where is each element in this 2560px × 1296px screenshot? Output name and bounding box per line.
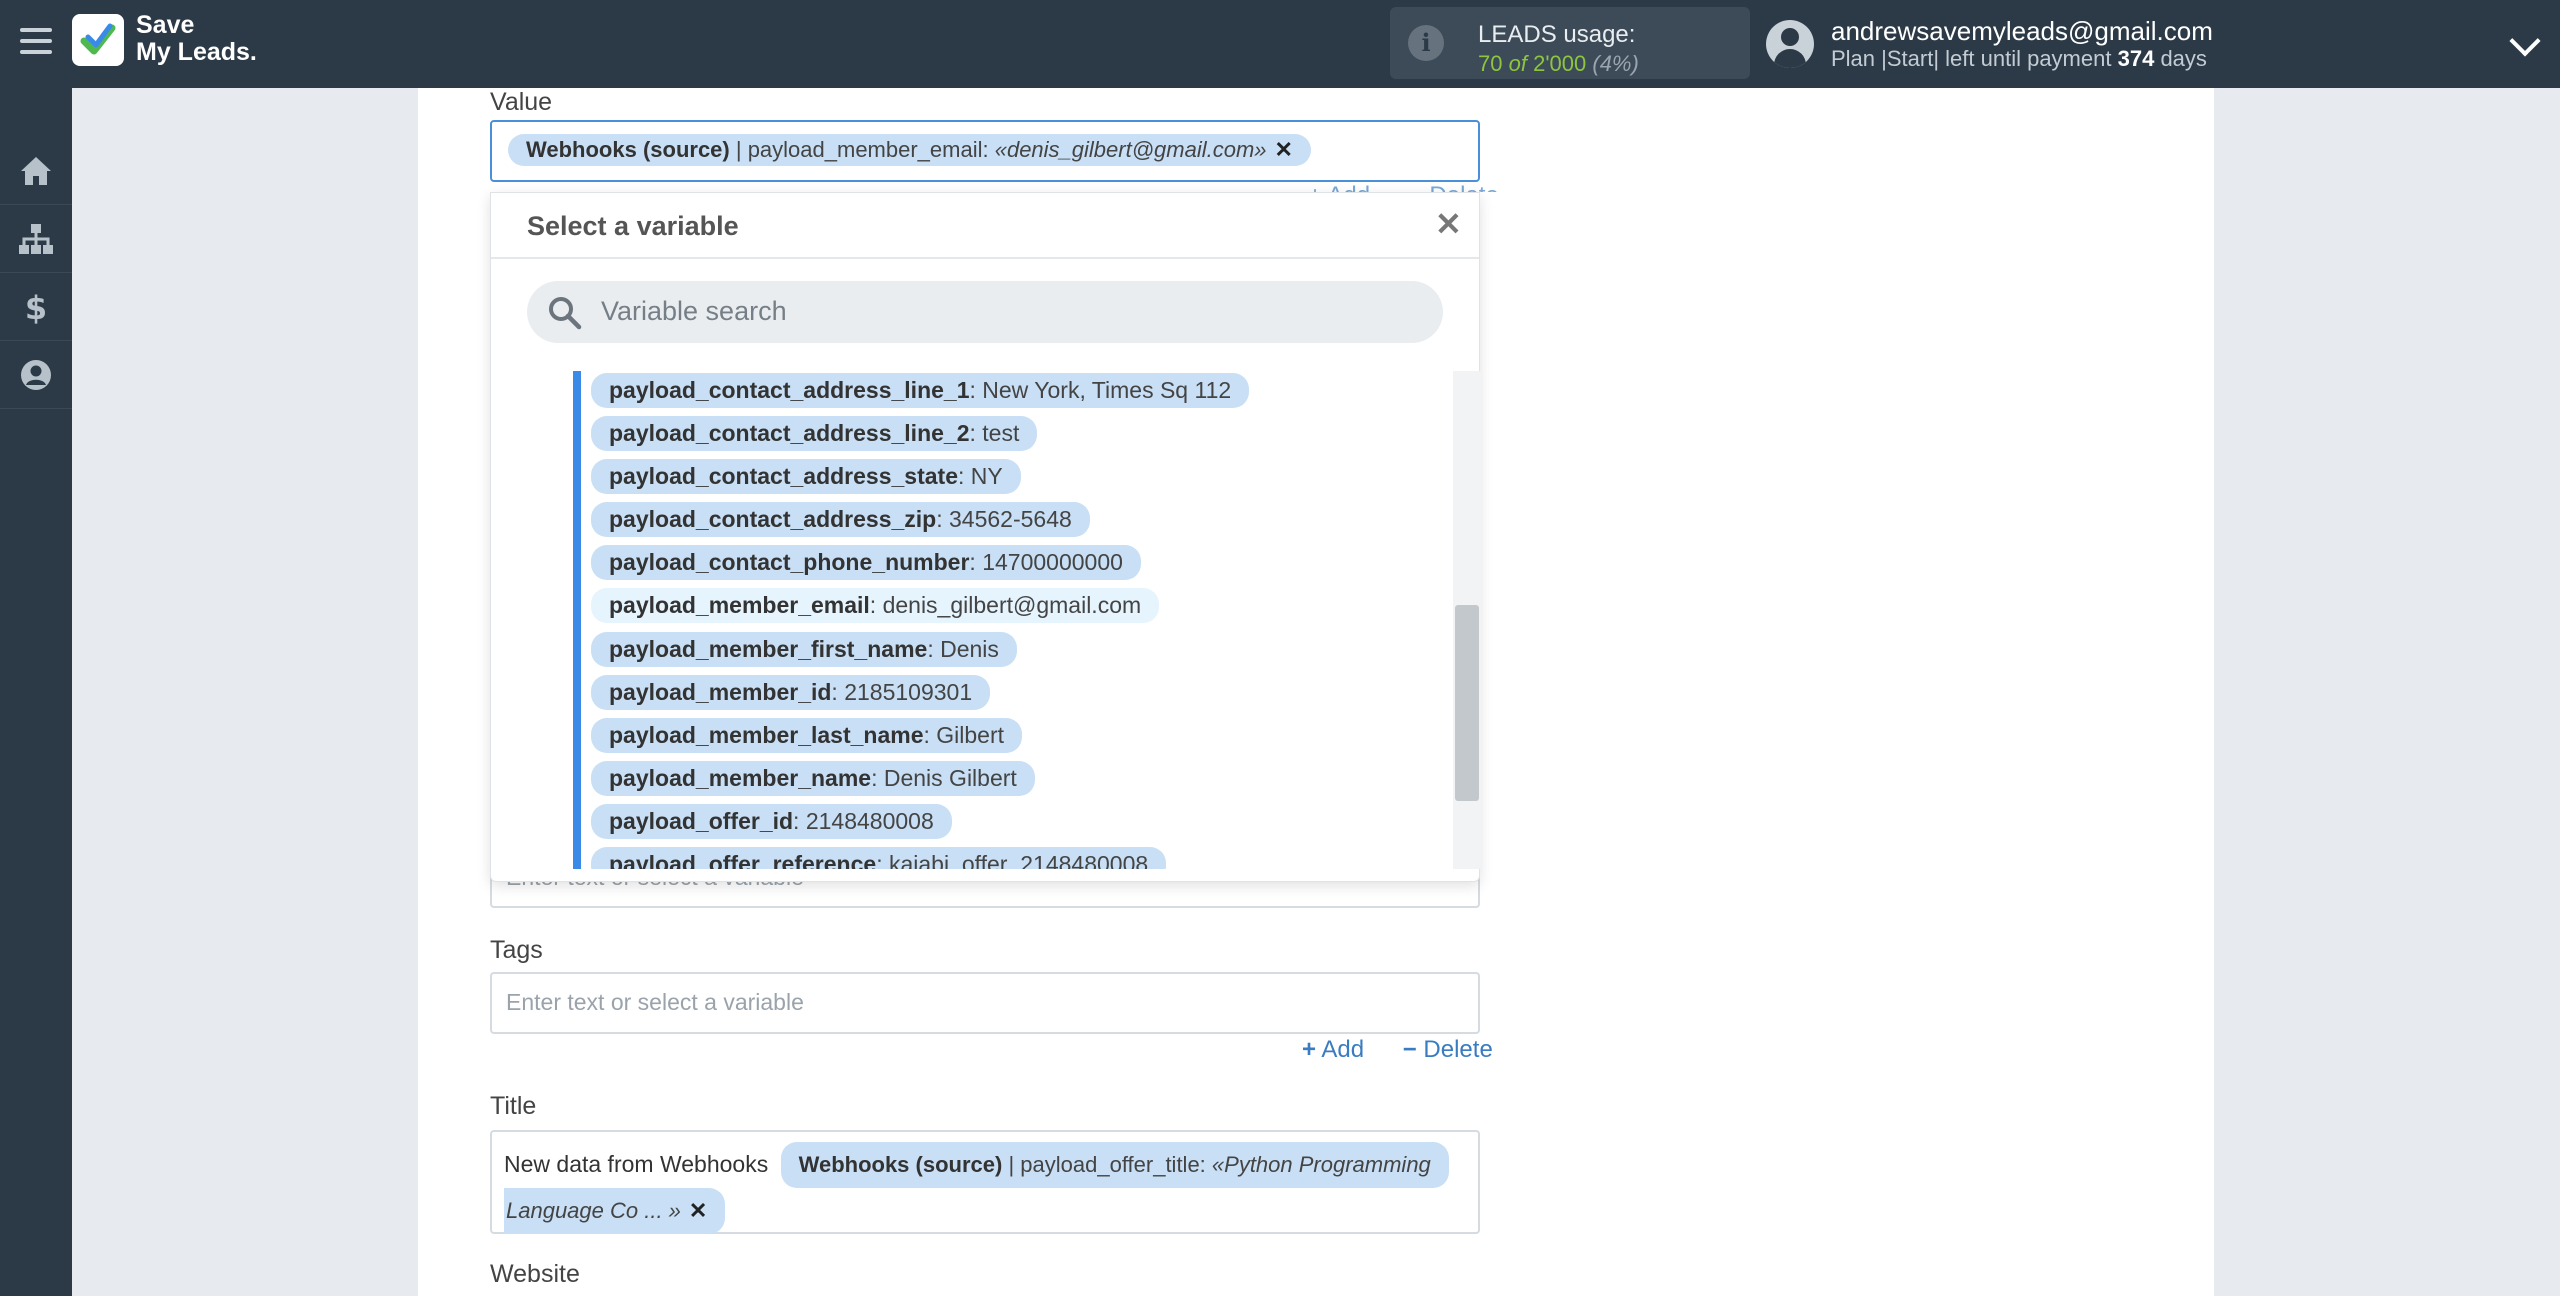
list-item[interactable]: payload_member_name: Denis Gilbert — [591, 761, 1035, 797]
chip-separator: | payload_offer_title: — [1002, 1152, 1212, 1177]
title-variable-chip-continued[interactable]: Language Co ... » ✕ — [504, 1188, 726, 1234]
chip-remove-icon[interactable]: ✕ — [689, 1198, 707, 1223]
value-add-link[interactable]: + Add — [1308, 182, 1370, 192]
close-icon[interactable]: ✕ — [1435, 205, 1462, 243]
tags-placeholder: Enter text or select a variable — [506, 989, 804, 1015]
variable-dropdown: Select a variable ✕ Variable search payl… — [490, 192, 1481, 882]
sidebar-item-account[interactable] — [0, 341, 72, 409]
list-item[interactable]: payload_contact_address_line_2: test — [591, 416, 1038, 452]
list-item[interactable]: payload_contact_address_state: NY — [591, 459, 1021, 495]
plan-days: 374 — [2117, 46, 2155, 71]
usage-percent: (4%) — [1592, 51, 1639, 76]
logo-text[interactable]: Save My Leads. — [136, 12, 257, 66]
chip-remove-icon[interactable]: ✕ — [1275, 137, 1293, 162]
value-field-links: + Add − Delete — [1276, 182, 1499, 192]
avatar[interactable] — [1766, 20, 1814, 68]
sitemap-icon — [19, 224, 53, 254]
chip-value: «denis_gilbert@gmail.com» — [994, 137, 1267, 162]
chevron-down-icon[interactable] — [2509, 25, 2541, 57]
usage-value: 70 of 2'000 (4%) — [1478, 51, 1639, 77]
dropdown-header: Select a variable ✕ — [491, 193, 1479, 259]
list-item-selected[interactable]: payload_member_email: denis_gilbert@gmai… — [591, 588, 1160, 624]
tags-input[interactable]: Enter text or select a variable — [490, 972, 1480, 1034]
menu-icon[interactable] — [20, 28, 52, 56]
title-variable-chip[interactable]: Webhooks (source) | payload_offer_title:… — [780, 1142, 1449, 1188]
user-icon — [21, 360, 51, 390]
title-prefix-text: New data from Webhooks — [504, 1151, 769, 1177]
website-label: Website — [490, 1260, 580, 1288]
list-item[interactable]: payload_member_last_name: Gilbert — [591, 718, 1023, 754]
usage-total: 2'000 — [1533, 51, 1587, 76]
top-bar: Save My Leads. i LEADS usage: 70 of 2'00… — [0, 0, 2560, 88]
scrollbar-thumb[interactable] — [1455, 605, 1479, 801]
dollar-icon: $ — [25, 290, 47, 324]
variable-chip[interactable]: Webhooks (source) | payload_member_email… — [508, 134, 1311, 166]
title-input[interactable]: New data from Webhooks Webhooks (source)… — [490, 1130, 1480, 1234]
add-button[interactable]: + Add — [1302, 1036, 1364, 1063]
user-email[interactable]: andrewsavemyleads@gmail.com — [1831, 16, 2213, 47]
chip-source: Webhooks (source) — [798, 1152, 1003, 1177]
info-icon: i — [1408, 25, 1444, 61]
plan-days-unit: days — [2160, 46, 2207, 71]
svg-text:$: $ — [25, 290, 47, 324]
chip-value: «Python Programming — [1211, 1152, 1431, 1177]
value-delete-link[interactable]: − Delete — [1409, 182, 1499, 192]
chip-source: Webhooks (source) — [526, 137, 730, 162]
search-placeholder: Variable search — [601, 296, 787, 326]
variable-list: payload_contact_address_line_1: New York… — [573, 371, 1448, 869]
tags-links: + Add − Delete — [1270, 1036, 1493, 1064]
value-add-label: Add — [1327, 182, 1370, 192]
value-input[interactable]: Webhooks (source) | payload_member_email… — [490, 120, 1480, 182]
delete-button[interactable]: − Delete — [1403, 1036, 1493, 1063]
add-label: Add — [1321, 1036, 1365, 1063]
list-item[interactable]: payload_contact_address_zip: 34562-5648 — [591, 502, 1090, 538]
delete-label: Delete — [1423, 1036, 1493, 1063]
value-delete-label: Delete — [1429, 182, 1498, 192]
dropdown-title: Select a variable — [527, 211, 739, 241]
home-icon — [21, 157, 51, 185]
logo-line-2: My Leads. — [136, 38, 257, 66]
usage-of: of — [1508, 51, 1527, 76]
list-item[interactable]: payload_contact_address_line_1: New York… — [591, 373, 1250, 409]
sidebar-item-home[interactable] — [0, 137, 72, 205]
title-label: Title — [490, 1092, 537, 1120]
list-item[interactable]: payload_offer_reference: kajabi_offer_21… — [591, 847, 1167, 869]
logo-icon[interactable] — [72, 14, 124, 66]
list-item[interactable]: payload_contact_phone_number: 1470000000… — [591, 545, 1141, 581]
chip-value-continued: Language Co ... » — [506, 1198, 681, 1223]
list-item[interactable]: payload_offer_id: 2148480008 — [591, 804, 952, 840]
tags-label: Tags — [490, 936, 543, 964]
plan-text: Plan |Start| left until payment — [1831, 46, 2112, 71]
list-item[interactable]: payload_member_id: 2185109301 — [591, 675, 991, 711]
chip-separator: | payload_member_email: — [729, 137, 995, 162]
value-label: Value — [490, 88, 553, 116]
usage-title: LEADS usage: — [1478, 21, 1636, 48]
logo-line-1: Save — [136, 11, 195, 39]
sidebar: $ — [0, 88, 72, 1296]
sidebar-item-connections[interactable] — [0, 205, 72, 273]
dropdown-scrollbar[interactable] — [1453, 371, 1481, 869]
user-plan: Plan |Start| left until payment 374 days — [1831, 46, 2207, 72]
sidebar-item-billing[interactable]: $ — [0, 273, 72, 341]
variable-search-input[interactable]: Variable search — [527, 281, 1443, 343]
search-icon — [549, 297, 582, 330]
usage-count: 70 — [1478, 51, 1503, 76]
list-item[interactable]: payload_member_first_name: Denis — [591, 632, 1017, 668]
leads-usage-box: i LEADS usage: 70 of 2'000 (4%) — [1390, 7, 1750, 79]
